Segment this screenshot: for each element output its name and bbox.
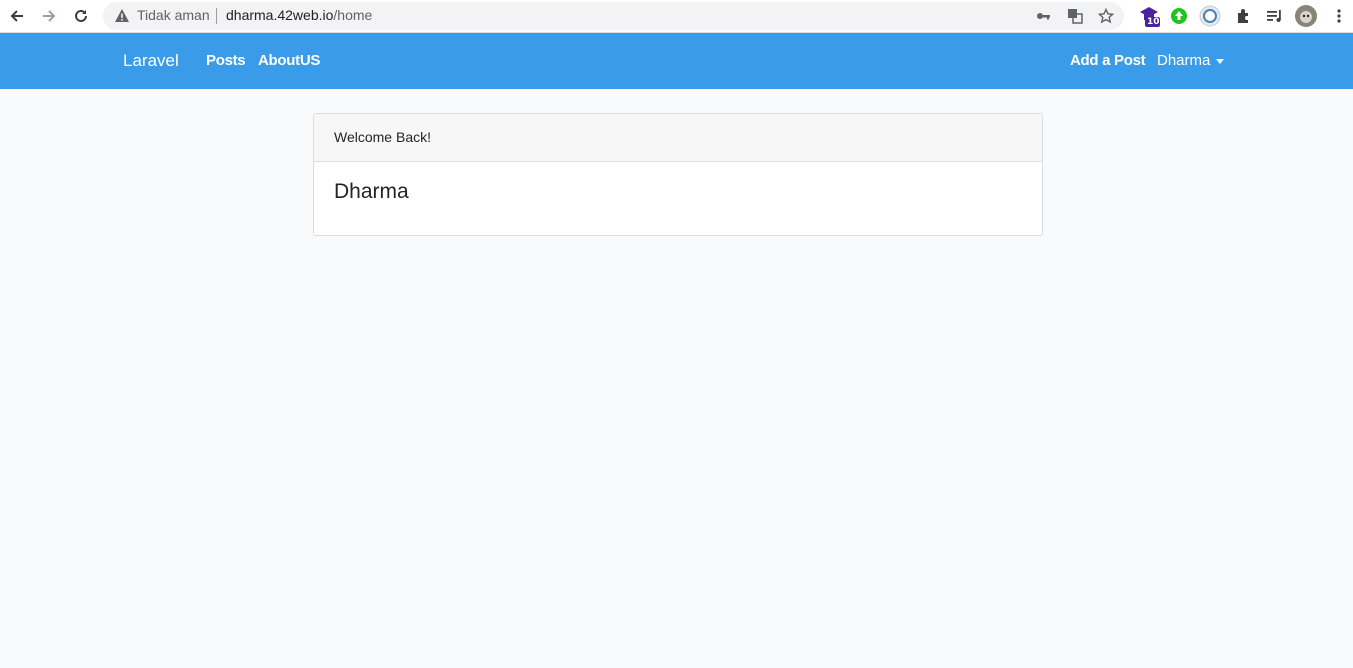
- browser-toolbar: Tidak aman dharma.42web.io/home 10: [0, 0, 1353, 33]
- bookmark-star-icon[interactable]: [1096, 6, 1116, 26]
- extension-graduation-icon[interactable]: 10: [1138, 4, 1160, 28]
- url-text[interactable]: dharma.42web.io/home: [226, 7, 372, 23]
- url-path: /home: [333, 7, 373, 23]
- card-body: Dharma: [314, 162, 1042, 222]
- url-host: dharma.42web.io: [226, 7, 334, 23]
- key-icon[interactable]: [1033, 6, 1053, 26]
- extension-badge: 10: [1147, 17, 1160, 27]
- navbar: Laravel Posts AboutUS Add a Post Dharma: [0, 33, 1353, 89]
- reload-icon: [75, 9, 87, 22]
- media-queue-icon[interactable]: [1264, 4, 1286, 28]
- nav-link-aboutus[interactable]: AboutUS: [258, 52, 320, 69]
- add-post-link[interactable]: Add a Post: [1070, 52, 1146, 69]
- caret-down-icon[interactable]: [1216, 59, 1224, 64]
- forward-button[interactable]: [37, 4, 61, 28]
- back-arrow-icon: [10, 10, 23, 22]
- card-header: Welcome Back!: [314, 114, 1042, 162]
- user-dropdown-toggle[interactable]: Dharma: [1157, 52, 1210, 69]
- extension-circle-icon[interactable]: [1199, 4, 1221, 28]
- welcome-card: Welcome Back! Dharma: [313, 113, 1043, 236]
- forward-arrow-icon: [43, 10, 56, 22]
- warning-icon[interactable]: [114, 8, 130, 28]
- address-divider: [216, 8, 217, 24]
- reload-button[interactable]: [69, 4, 93, 28]
- brand-link[interactable]: Laravel: [123, 51, 179, 71]
- address-bar[interactable]: Tidak aman dharma.42web.io/home: [103, 2, 1124, 30]
- profile-avatar[interactable]: [1295, 4, 1317, 28]
- back-button[interactable]: [5, 4, 29, 28]
- security-label[interactable]: Tidak aman: [137, 7, 210, 23]
- nav-link-posts[interactable]: Posts: [206, 52, 246, 69]
- puzzle-icon[interactable]: [1232, 4, 1254, 28]
- card-title: Dharma: [334, 180, 409, 203]
- extension-green-icon[interactable]: [1168, 4, 1190, 28]
- browser-menu-icon[interactable]: [1328, 4, 1350, 28]
- translate-icon[interactable]: [1065, 6, 1085, 26]
